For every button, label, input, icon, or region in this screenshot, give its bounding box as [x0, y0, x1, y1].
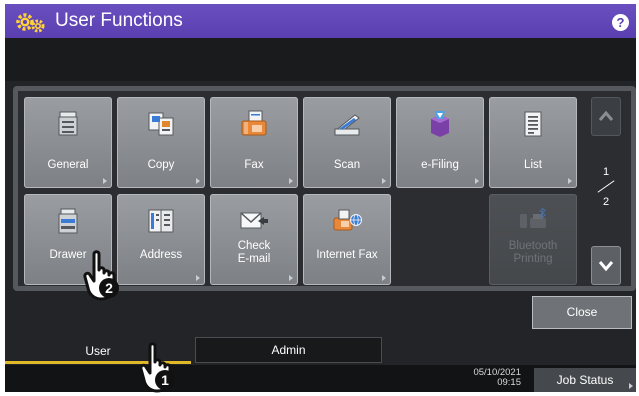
copier-icon [58, 111, 78, 136]
corner-arrow-icon [629, 383, 633, 389]
address-book-icon [148, 209, 174, 233]
function-label-line2: E-mail [237, 253, 271, 265]
chevron-up-icon [598, 110, 614, 121]
corner-arrow-icon [289, 275, 293, 281]
gear-icon [16, 13, 45, 33]
function-button-internet-fax[interactable]: Internet Fax [303, 194, 391, 285]
title-bar: User Functions ? [5, 4, 636, 38]
function-label: Scan [333, 159, 361, 171]
time: 09:15 [497, 377, 521, 388]
close-button[interactable]: Close [532, 296, 632, 329]
tab-admin[interactable]: Admin [195, 337, 382, 363]
help-button[interactable]: ? [612, 14, 629, 31]
list-icon [524, 111, 542, 137]
corner-arrow-icon [196, 275, 200, 281]
function-label: Copy [147, 159, 175, 171]
function-label: e-Filing [421, 159, 459, 171]
function-button-bluetooth-printing[interactable]: Bluetooth Printing [489, 194, 577, 285]
function-button-scan[interactable]: Scan [303, 97, 391, 188]
scroll-up-button[interactable] [591, 97, 621, 136]
function-button-general[interactable]: General [24, 97, 112, 188]
e-filing-icon [431, 111, 449, 137]
corner-arrow-icon [475, 178, 479, 184]
function-label: Internet Fax [316, 249, 378, 261]
fax-icon [241, 110, 267, 136]
job-status-button[interactable]: Job Status [534, 368, 636, 392]
corner-arrow-icon [382, 178, 386, 184]
function-button-e-filing[interactable]: e-Filing [396, 97, 484, 188]
date-time: 05/10/2021 09:15 [451, 368, 521, 388]
function-button-fax[interactable]: Fax [210, 97, 298, 188]
total-pages: 2 [602, 196, 610, 208]
function-button-address[interactable]: Address [117, 194, 205, 285]
corner-arrow-icon [568, 178, 572, 184]
message-area [5, 38, 636, 81]
corner-arrow-icon [382, 275, 386, 281]
scroll-down-button[interactable] [591, 246, 621, 285]
current-page: 1 [602, 166, 610, 178]
corner-arrow-icon [289, 178, 293, 184]
page-divider [597, 180, 615, 193]
internet-fax-icon [333, 209, 362, 231]
function-button-check-e-mail[interactable]: Check E-mail [210, 194, 298, 285]
function-label-line1: Check [237, 240, 271, 252]
function-label: List [524, 159, 542, 171]
function-label-line1: Bluetooth [508, 240, 558, 252]
drawer-icon [58, 208, 78, 234]
bluetooth-printer-icon [520, 207, 546, 228]
corner-arrow-icon [196, 178, 200, 184]
step-2-hand-icon: 2 [83, 250, 119, 301]
function-label: Address [139, 249, 183, 261]
step-1-hand-icon: 1 [139, 342, 175, 393]
function-label: Fax [244, 159, 264, 171]
corner-arrow-icon [103, 178, 107, 184]
scanner-icon [334, 114, 360, 136]
function-button-copy[interactable]: Copy [117, 97, 205, 188]
job-status-label: Job Status [556, 373, 614, 387]
function-label-line2: Printing [513, 253, 553, 265]
step-1-number: 1 [161, 372, 169, 388]
chevron-down-icon [598, 261, 614, 272]
page-title: User Functions [55, 10, 183, 31]
function-button-list[interactable]: List [489, 97, 577, 188]
step-2-number: 2 [105, 280, 113, 296]
envelope-icon [240, 212, 268, 229]
device-screen: User Functions ? General Copy Fax Scan e… [5, 4, 636, 392]
function-label: General [47, 159, 89, 171]
copy-icon [148, 112, 174, 136]
